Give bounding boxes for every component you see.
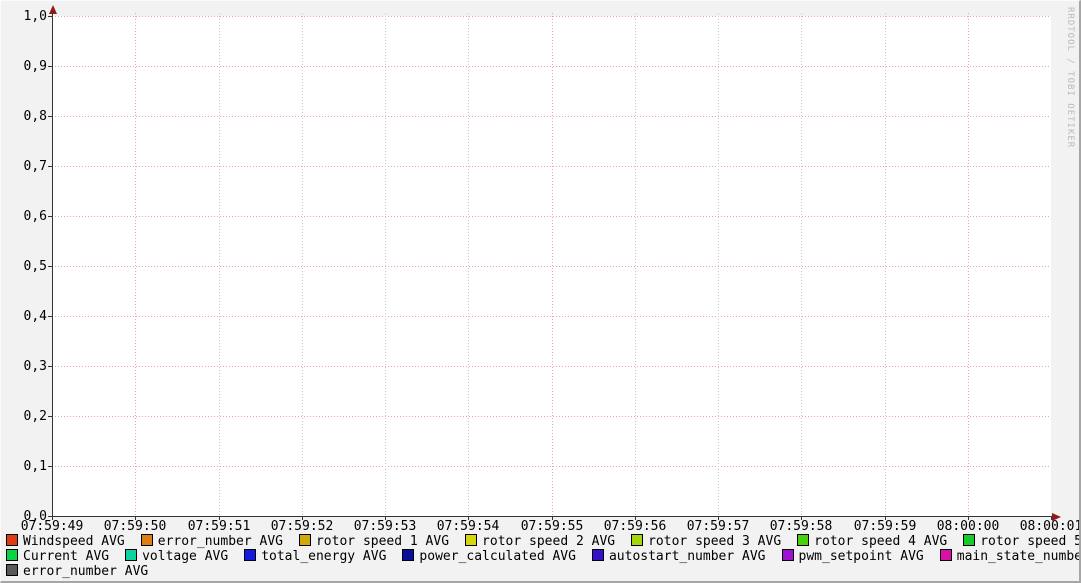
x-gridline — [385, 13, 386, 516]
x-axis-label: 07:59:59 — [853, 519, 917, 534]
y-axis-label: 0,1 — [1, 459, 47, 474]
x-axis-label: 07:59:56 — [603, 519, 667, 534]
legend-item: total_energy AVG — [244, 549, 386, 564]
legend: Windspeed AVG error_number AVG rotor speed… — [6, 534, 1081, 579]
legend-item: voltage AVG — [125, 549, 228, 564]
legend-label: rotor speed 3 AVG — [648, 534, 781, 549]
legend-item: rotor speed 5 AVG — [963, 534, 1081, 549]
x-gridline — [801, 13, 802, 516]
legend-item: rotor speed 4 AVG — [797, 534, 947, 549]
legend-label: Windspeed AVG — [23, 534, 125, 549]
legend-label: error_number AVG — [23, 564, 148, 579]
legend-label: error_number AVG — [158, 534, 283, 549]
x-axis-label: 07:59:50 — [103, 519, 167, 534]
legend-swatch — [963, 534, 975, 546]
legend-swatch — [6, 534, 18, 546]
legend-swatch — [465, 534, 477, 546]
legend-row: error_number AVG — [6, 564, 1081, 579]
x-axis-label: 07:59:55 — [520, 519, 584, 534]
legend-swatch — [6, 549, 18, 561]
legend-item: rotor speed 3 AVG — [631, 534, 781, 549]
y-axis-label: 1,0 — [1, 9, 47, 24]
legend-label: autostart_number AVG — [609, 549, 766, 564]
legend-label: rotor speed 1 AVG — [316, 534, 449, 549]
y-axis-line — [52, 11, 53, 516]
x-gridline — [718, 13, 719, 516]
legend-item: Windspeed AVG — [6, 534, 125, 549]
legend-item: pwm_setpoint AVG — [782, 549, 924, 564]
legend-label: rotor speed 5 AVG — [980, 534, 1081, 549]
legend-label: main_state_number AVG — [957, 549, 1081, 564]
legend-swatch — [940, 549, 952, 561]
legend-item: rotor speed 2 AVG — [465, 534, 615, 549]
x-axis-label: 07:59:52 — [270, 519, 334, 534]
legend-label: Current AVG — [23, 549, 109, 564]
legend-swatch — [402, 549, 414, 561]
y-axis-label: 0,6 — [1, 209, 47, 224]
legend-label: total_energy AVG — [261, 549, 386, 564]
legend-label: pwm_setpoint AVG — [799, 549, 924, 564]
x-axis-label: 08:00:01 — [1019, 519, 1081, 534]
x-axis-label: 07:59:51 — [187, 519, 251, 534]
x-axis-label: 07:59:54 — [436, 519, 500, 534]
legend-label: rotor speed 2 AVG — [482, 534, 615, 549]
legend-item: autostart_number AVG — [592, 549, 766, 564]
y-axis-label: 0,5 — [1, 259, 47, 274]
watermark: RRDTOOL / TOBI OETIKER — [1065, 7, 1075, 148]
legend-swatch — [631, 534, 643, 546]
x-axis-arrow-icon — [1052, 513, 1061, 521]
legend-swatch — [782, 549, 794, 561]
legend-item: error_number AVG — [141, 534, 283, 549]
legend-swatch — [299, 534, 311, 546]
y-axis-arrow-icon — [49, 5, 57, 14]
legend-swatch — [125, 549, 137, 561]
legend-label: voltage AVG — [142, 549, 228, 564]
legend-item: rotor speed 1 AVG — [299, 534, 449, 549]
x-gridline — [302, 13, 303, 516]
legend-item: Current AVG — [6, 549, 109, 564]
x-gridline — [552, 13, 553, 516]
rrd-graph: 1,00,90,80,70,60,50,40,30,20,10,007:59:4… — [0, 0, 1081, 583]
legend-swatch — [6, 564, 18, 576]
x-axis-label: 07:59:49 — [20, 519, 84, 534]
legend-swatch — [244, 549, 256, 561]
x-gridline — [968, 13, 969, 516]
x-gridline — [135, 13, 136, 516]
x-axis-label: 08:00:00 — [936, 519, 1000, 534]
legend-row: Windspeed AVG error_number AVG rotor speed… — [6, 534, 1081, 549]
y-axis-label: 0,4 — [1, 309, 47, 324]
y-axis-label: 0,3 — [1, 359, 47, 374]
legend-label: power_calculated AVG — [419, 549, 576, 564]
legend-swatch — [592, 549, 604, 561]
x-axis-label: 07:59:57 — [686, 519, 750, 534]
y-axis-label: 0,8 — [1, 109, 47, 124]
y-axis-label: 0,7 — [1, 159, 47, 174]
legend-item: power_calculated AVG — [402, 549, 576, 564]
legend-swatch — [797, 534, 809, 546]
legend-label: rotor speed 4 AVG — [814, 534, 947, 549]
legend-item: error_number AVG — [6, 564, 148, 579]
x-gridline — [635, 13, 636, 516]
x-axis-line — [52, 516, 1053, 517]
x-axis-label: 07:59:58 — [769, 519, 833, 534]
x-gridline — [468, 13, 469, 516]
y-axis-label: 0,9 — [1, 59, 47, 74]
x-gridline — [219, 13, 220, 516]
x-gridline — [885, 13, 886, 516]
y-axis-label: 0,2 — [1, 409, 47, 424]
legend-row: Current AVG voltage AVG total_energy AVG po… — [6, 549, 1081, 564]
x-axis-label: 07:59:53 — [353, 519, 417, 534]
legend-item: main_state_number AVG — [940, 549, 1081, 564]
legend-swatch — [141, 534, 153, 546]
